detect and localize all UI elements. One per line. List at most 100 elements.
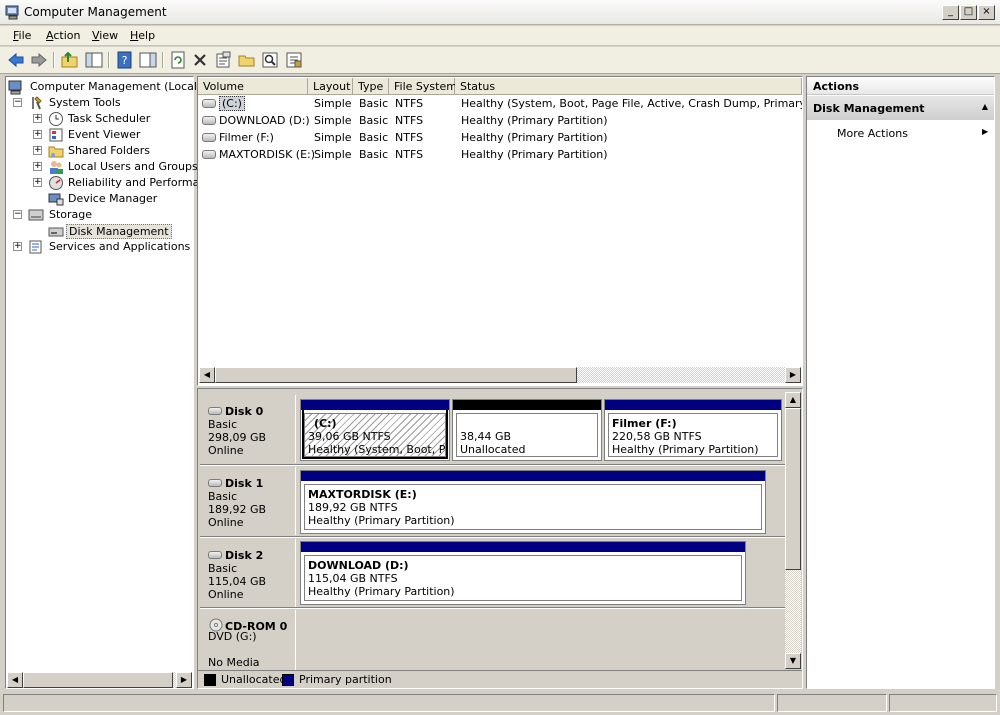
partition-size: 39,06 GB NTFS <box>308 430 391 443</box>
submenu-arrow-icon: ▶ <box>982 127 989 136</box>
partition-size: 38,44 GB <box>460 430 512 443</box>
expand-icon[interactable]: + <box>13 242 22 251</box>
collapse-icon[interactable]: − <box>13 98 22 107</box>
partition-title: DOWNLOAD (D:) <box>308 559 409 572</box>
disk-state: Online <box>208 516 244 529</box>
column-header-layout[interactable]: Layout <box>308 78 353 95</box>
open-icon[interactable] <box>237 50 257 70</box>
fs-cell: NTFS <box>395 97 424 110</box>
expand-icon[interactable]: + <box>33 130 42 139</box>
disk-state: Online <box>208 588 244 601</box>
collapse-arrow-icon[interactable]: ▲ <box>982 102 988 111</box>
volume-cell: MAXTORDISK (E:) <box>219 148 316 161</box>
back-icon[interactable] <box>6 50 26 70</box>
expand-icon[interactable]: + <box>33 178 42 187</box>
list-hscroll-track[interactable] <box>215 367 785 383</box>
close-button[interactable]: × <box>978 5 995 20</box>
type-cell: Basic <box>359 114 389 127</box>
svg-text:?: ? <box>122 54 128 67</box>
partition-bar <box>301 471 765 481</box>
scroll-left-button[interactable]: ◀ <box>199 367 215 383</box>
more-actions-label: More Actions <box>837 127 908 140</box>
volume-cell: DOWNLOAD (D:) <box>219 114 310 127</box>
show-hide-tree-icon[interactable] <box>84 50 104 70</box>
partition-status: Healthy (System, Boot, Page <box>308 443 445 456</box>
tree-label: Reliability and Performanc <box>68 176 213 189</box>
performance-icon <box>49 176 63 190</box>
disk-name: Disk 1 <box>225 477 264 490</box>
table-row[interactable]: (C:) Simple Basic NTFS Healthy (System, … <box>198 95 802 112</box>
scroll-down-button[interactable]: ▼ <box>785 653 801 669</box>
expand-icon[interactable]: + <box>33 114 42 123</box>
column-header-type[interactable]: Type <box>353 78 389 95</box>
status-cell: Healthy (System, Boot, Page File, Active… <box>461 97 802 110</box>
expand-icon[interactable]: + <box>33 146 42 155</box>
layout-cell: Simple <box>314 97 352 110</box>
help-icon[interactable]: ? <box>115 50 135 70</box>
partition-d[interactable]: DOWNLOAD (D:) 115,04 GB NTFS Healthy (Pr… <box>300 541 746 605</box>
disk-2-header[interactable]: Disk 2 Basic 115,04 GB Online <box>200 539 296 607</box>
forward-icon[interactable] <box>29 50 49 70</box>
scroll-right-button[interactable]: ▶ <box>785 367 801 383</box>
tree-label: Local Users and Groups <box>68 160 198 173</box>
disk-1-header[interactable]: Disk 1 Basic 189,92 GB Online <box>200 467 296 535</box>
disk-vscroll-track[interactable] <box>785 408 801 653</box>
menu-action[interactable]: Action <box>46 29 80 42</box>
up-folder-icon[interactable] <box>60 50 80 70</box>
tree-label: System Tools <box>49 96 121 109</box>
menu-file[interactable]: File <box>13 29 31 42</box>
table-row[interactable]: Filmer (F:) Simple Basic NTFS Healthy (P… <box>198 129 802 146</box>
disk-state: No Media <box>208 656 260 669</box>
table-row[interactable]: MAXTORDISK (E:) Simple Basic NTFS Health… <box>198 146 802 163</box>
scroll-up-button[interactable]: ▲ <box>785 392 801 408</box>
legend: Unallocated Primary partition <box>198 670 802 688</box>
tree-label: Shared Folders <box>68 144 150 157</box>
scroll-left-button[interactable]: ◀ <box>7 672 23 688</box>
partition-body: 38,44 GB Unallocated <box>456 413 598 457</box>
cdrom-0-header[interactable]: CD-ROM 0 DVD (G:) No Media <box>200 610 296 670</box>
storage-icon <box>28 209 44 221</box>
disk-size: 115,04 GB <box>208 575 267 588</box>
scroll-right-button[interactable]: ▶ <box>176 672 192 688</box>
status-cell: Healthy (Primary Partition) <box>461 114 608 127</box>
type-cell: Basic <box>359 148 389 161</box>
tree-hscroll-thumb[interactable] <box>23 672 173 688</box>
partition-c[interactable]: (C:) 39,06 GB NTFS Healthy (System, Boot… <box>300 399 450 461</box>
actions-section-disk-management[interactable]: Disk Management ▲ <box>807 96 994 120</box>
refresh-icon[interactable] <box>168 50 188 70</box>
more-actions-item[interactable]: More Actions <box>837 127 908 140</box>
collapse-icon[interactable]: − <box>13 210 22 219</box>
partition-size: 115,04 GB NTFS <box>308 572 398 585</box>
maximize-button[interactable]: □ <box>960 5 977 20</box>
export-icon[interactable] <box>284 50 304 70</box>
delete-icon[interactable] <box>190 50 210 70</box>
partition-status: Healthy (Primary Partition) <box>308 514 455 527</box>
menu-view[interactable]: View <box>92 29 118 42</box>
partition-e[interactable]: MAXTORDISK (E:) 189,92 GB NTFS Healthy (… <box>300 470 766 534</box>
column-header-status[interactable]: Status <box>455 78 802 95</box>
volume-cell: Filmer (F:) <box>219 131 274 144</box>
disk-0-header[interactable]: Disk 0 Basic 298,09 GB Online <box>200 395 296 463</box>
partition-f[interactable]: Filmer (F:) 220,58 GB NTFS Healthy (Prim… <box>604 399 782 461</box>
menu-help[interactable]: Help <box>130 29 155 42</box>
partition-bar <box>605 400 781 410</box>
column-header-volume[interactable]: Volume <box>198 78 308 95</box>
toolbar-separator <box>108 52 110 68</box>
expand-icon[interactable]: + <box>33 162 42 171</box>
search-icon[interactable] <box>260 50 280 70</box>
list-hscroll-thumb[interactable] <box>215 367 577 383</box>
console-tree: Computer Management (Local) − System Too… <box>5 76 212 689</box>
partition-body: DOWNLOAD (D:) 115,04 GB NTFS Healthy (Pr… <box>304 555 742 601</box>
show-hide-action-icon[interactable] <box>138 50 158 70</box>
column-header-filesystem[interactable]: File System <box>389 78 457 95</box>
partition-unallocated[interactable]: 38,44 GB Unallocated <box>452 399 602 461</box>
disk-icon <box>208 407 222 415</box>
disk-vscroll-thumb[interactable] <box>785 408 801 570</box>
tree-hscroll-track[interactable] <box>23 672 176 688</box>
minimize-button[interactable]: _ <box>942 5 959 20</box>
table-row[interactable]: DOWNLOAD (D:) Simple Basic NTFS Healthy … <box>198 112 802 129</box>
status-cell <box>777 694 887 712</box>
properties-icon[interactable] <box>213 50 233 70</box>
disk-state: Online <box>208 444 244 457</box>
actions-section-label: Disk Management <box>813 102 925 115</box>
